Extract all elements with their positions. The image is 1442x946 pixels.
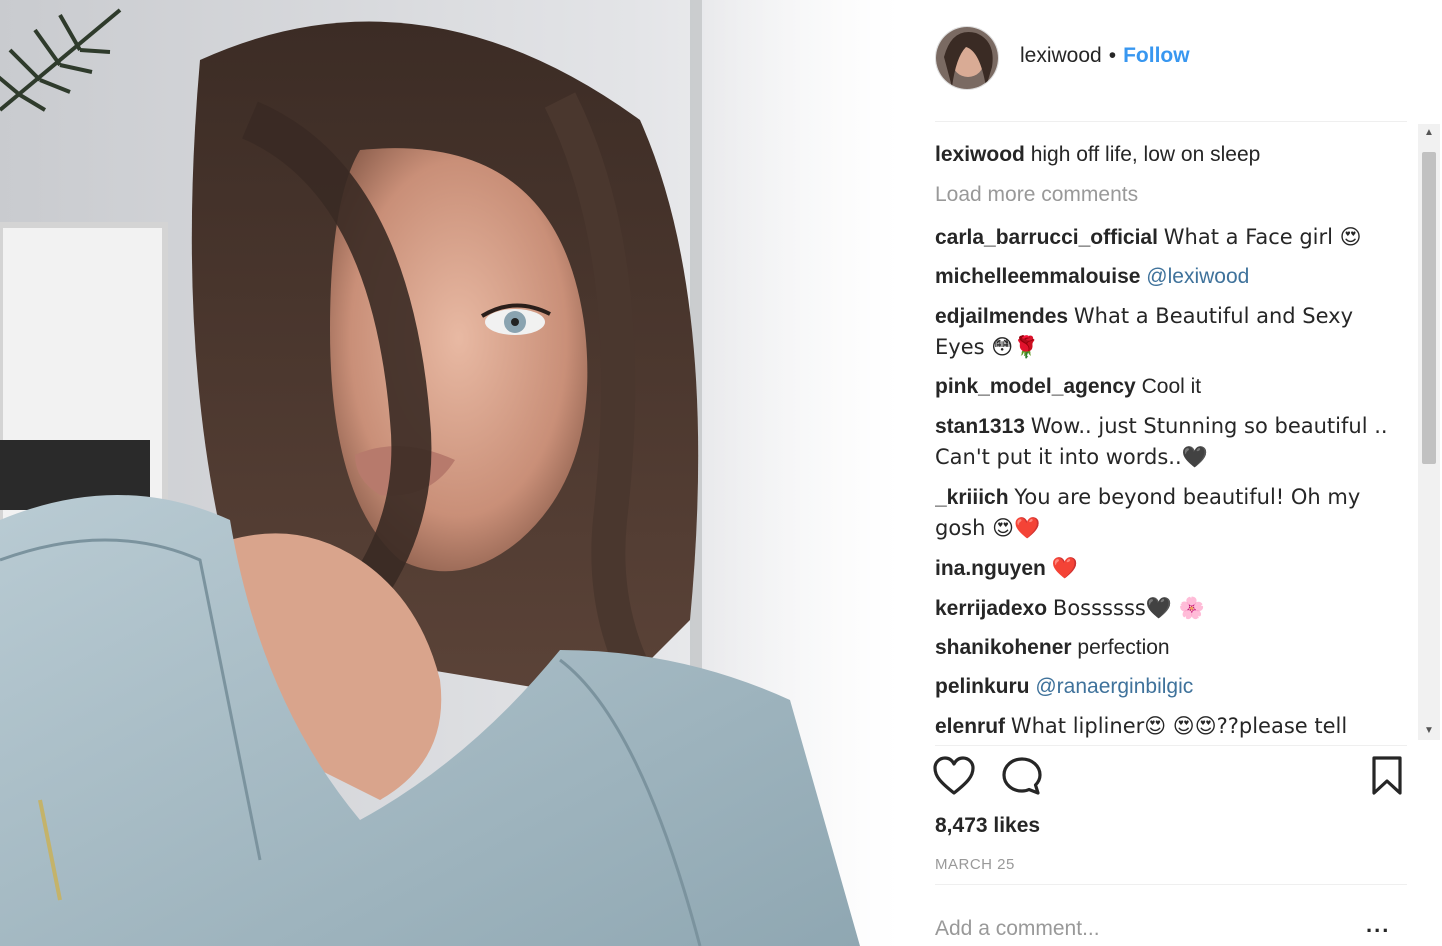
comment-text: What lipliner😍 😍😍??please tell	[1010, 714, 1348, 738]
post-image	[0, 0, 900, 946]
header-separator: •	[1108, 44, 1117, 67]
heart-icon[interactable]	[932, 755, 976, 799]
comment-item: _kriiich You are beyond beautiful! Oh my…	[935, 482, 1405, 544]
comment-username[interactable]: _kriiich	[935, 486, 1009, 509]
header-divider	[935, 121, 1407, 122]
comment-username[interactable]: elenruf	[935, 715, 1005, 738]
comment-item: carla_barrucci_official What a Face girl…	[935, 222, 1405, 253]
header-user-line: lexiwood • Follow	[1020, 44, 1190, 68]
likes-count[interactable]: 8,473 likes	[935, 814, 1040, 838]
load-more-comments-button[interactable]: Load more comments	[935, 180, 1405, 210]
more-options-icon[interactable]: ...	[1366, 912, 1390, 938]
comment-mention-link[interactable]: @ranaerginbilgic	[1035, 675, 1193, 698]
post-header: lexiwood • Follow	[900, 0, 1442, 120]
comment-icon[interactable]	[1000, 755, 1044, 799]
footer-divider	[935, 884, 1407, 885]
comment-item: ina.nguyen ❤️	[935, 553, 1405, 584]
comment-item: edjailmendes What a Beautiful and Sexy E…	[935, 301, 1405, 363]
scroll-up-arrow[interactable]: ▲	[1418, 124, 1440, 142]
comment-text: What a Face girl 😍	[1163, 225, 1362, 249]
comment-item: elenruf What lipliner😍 😍😍??please tell	[935, 711, 1405, 740]
comment-item: stan1313 Wow.. just Stunning so beautifu…	[935, 411, 1405, 473]
comment-username[interactable]: michelleemmalouise	[935, 265, 1140, 288]
comments-scrollbar[interactable]: ▲ ▼	[1418, 124, 1440, 740]
comment-username[interactable]: shanikohener	[935, 636, 1072, 659]
post-sidebar: lexiwood • Follow lexiwood high off life, …	[900, 0, 1442, 946]
comment-username[interactable]: carla_barrucci_official	[935, 226, 1158, 249]
comment-text: Bossssss🖤 🌸	[1052, 596, 1205, 620]
comments-list: lexiwood high off life, low on sleep Loa…	[935, 140, 1405, 740]
action-bar	[900, 755, 1442, 805]
comment-item: pink_model_agency Cool it	[935, 372, 1405, 402]
scroll-down-arrow[interactable]: ▼	[1418, 722, 1440, 740]
bookmark-icon[interactable]	[1366, 755, 1410, 799]
comment-username[interactable]: pelinkuru	[935, 675, 1030, 698]
comment-item: kerrijadexo Bossssss🖤 🌸	[935, 593, 1405, 624]
comment-username[interactable]: pink_model_agency	[935, 375, 1136, 398]
comment-text: perfection	[1077, 636, 1170, 659]
comment-item: shanikohener perfection	[935, 633, 1405, 663]
comments-divider	[935, 745, 1407, 746]
comment-username[interactable]: kerrijadexo	[935, 597, 1047, 620]
post-date: MARCH 25	[935, 856, 1015, 873]
comment-text: ❤️	[1051, 556, 1078, 580]
caption-text: high off life, low on sleep	[1030, 143, 1261, 166]
header-username[interactable]: lexiwood	[1020, 44, 1102, 67]
avatar[interactable]	[935, 26, 999, 90]
caption: lexiwood high off life, low on sleep	[935, 140, 1405, 170]
scroll-thumb[interactable]	[1422, 152, 1436, 464]
post-photo[interactable]	[0, 0, 900, 946]
comment-username[interactable]: stan1313	[935, 415, 1025, 438]
comment-item: pelinkuru @ranaerginbilgic	[935, 672, 1405, 702]
add-comment-input[interactable]: Add a comment...	[935, 917, 1100, 941]
comment-item: michelleemmalouise @lexiwood	[935, 262, 1405, 292]
comment-username[interactable]: ina.nguyen	[935, 557, 1046, 580]
comment-mention-link[interactable]: @lexiwood	[1146, 265, 1249, 288]
caption-username[interactable]: lexiwood	[935, 143, 1025, 166]
comment-text: Cool it	[1141, 375, 1202, 398]
comment-username[interactable]: edjailmendes	[935, 305, 1068, 328]
follow-button[interactable]: Follow	[1123, 44, 1190, 67]
